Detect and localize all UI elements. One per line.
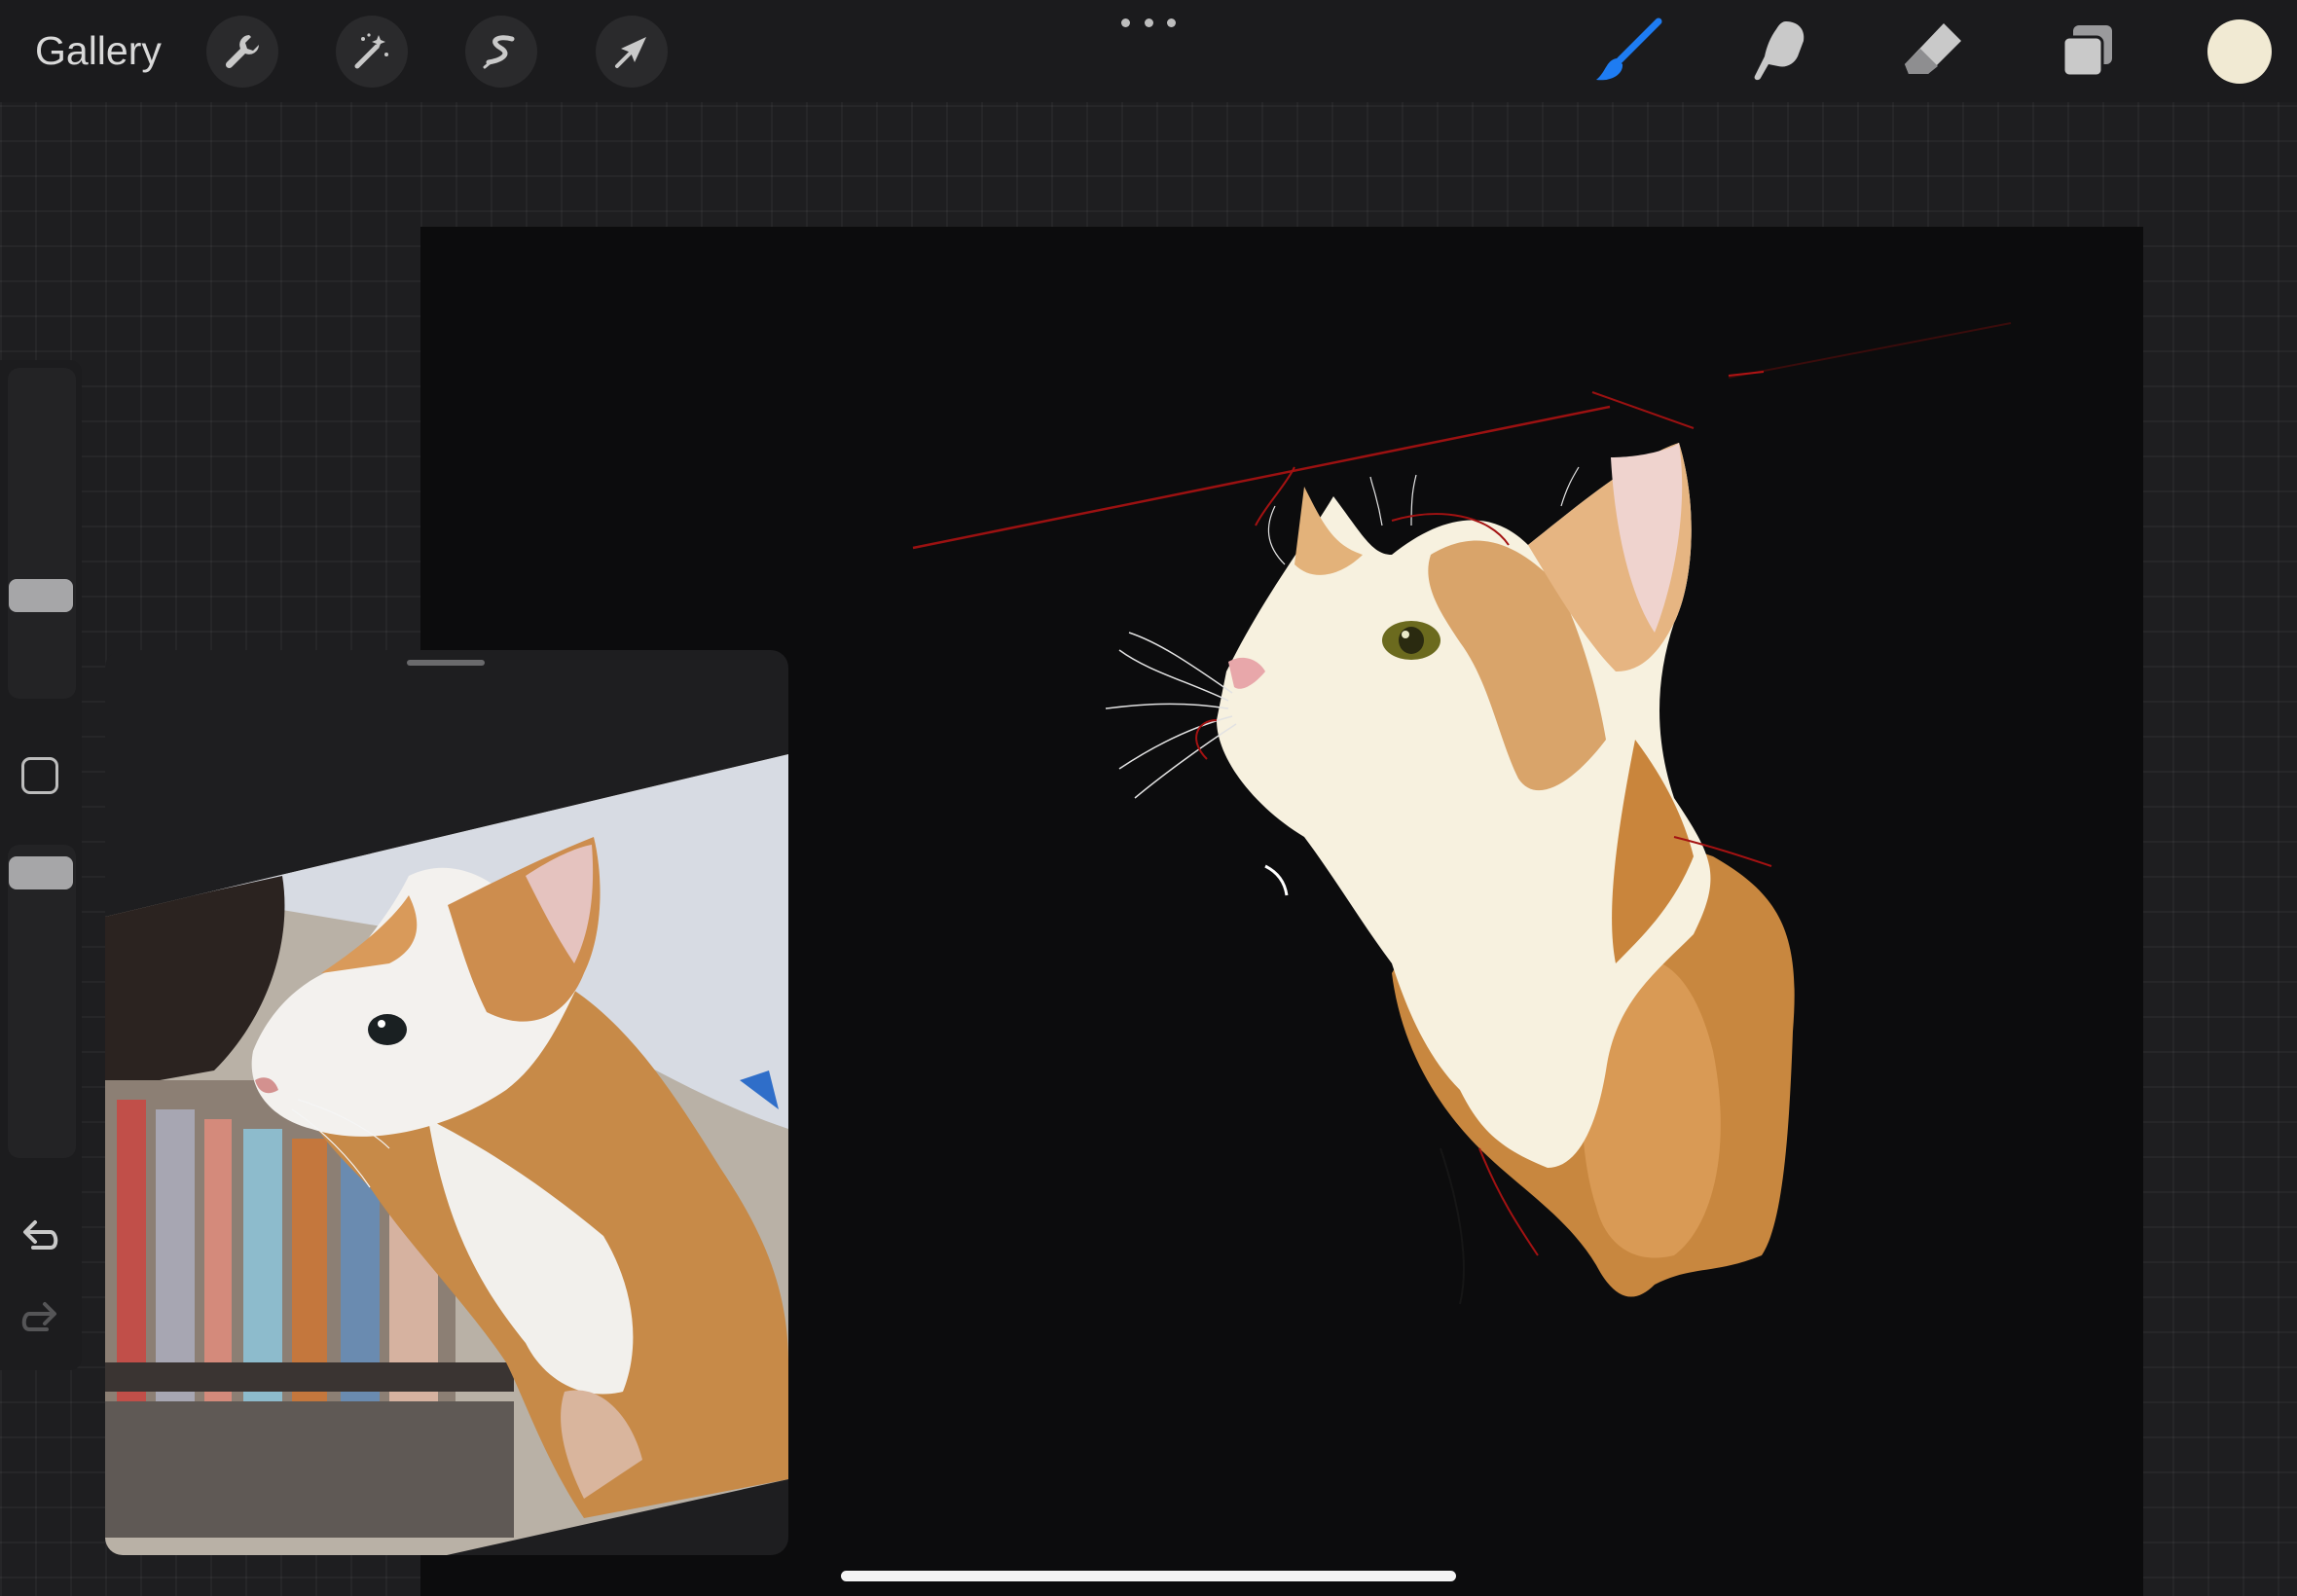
brush-size-thumb[interactable] (9, 579, 73, 613)
selection-button[interactable] (465, 16, 537, 88)
brush-icon (1596, 18, 1662, 81)
top-toolbar: Gallery (0, 0, 2297, 102)
selection-s-icon (483, 35, 515, 69)
more-options-button[interactable] (1121, 10, 1176, 35)
arrow-cursor-icon (615, 37, 646, 68)
magic-wand-icon (354, 33, 388, 69)
left-sidebar (0, 360, 82, 1370)
smudge-finger-icon (1754, 21, 1805, 81)
transform-button[interactable] (596, 16, 668, 88)
actions-button[interactable] (206, 16, 278, 88)
undo-arrow-icon[interactable] (19, 1218, 60, 1253)
opacity-slider[interactable] (8, 845, 76, 1158)
more-dots-icon (1121, 18, 1130, 27)
cat-photo (105, 754, 788, 1555)
wrench-icon (225, 35, 259, 69)
smudge-tool-button[interactable] (1742, 18, 1816, 86)
opacity-thumb[interactable] (9, 855, 73, 889)
eraser-icon (1905, 23, 1961, 74)
square-icon[interactable] (21, 757, 58, 794)
brush-tool-button[interactable] (1590, 18, 1664, 86)
gallery-button[interactable]: Gallery (35, 25, 162, 76)
redo-arrow-icon[interactable] (19, 1300, 60, 1335)
brush-size-slider[interactable] (8, 368, 76, 699)
color-picker-button[interactable] (2207, 19, 2272, 84)
layers-button[interactable] (2051, 18, 2125, 86)
home-indicator[interactable] (841, 1571, 1456, 1581)
eraser-tool-button[interactable] (1896, 18, 1970, 86)
adjustments-button[interactable] (336, 16, 408, 88)
reference-window[interactable] (105, 650, 788, 1555)
layers-icon (2061, 25, 2112, 78)
